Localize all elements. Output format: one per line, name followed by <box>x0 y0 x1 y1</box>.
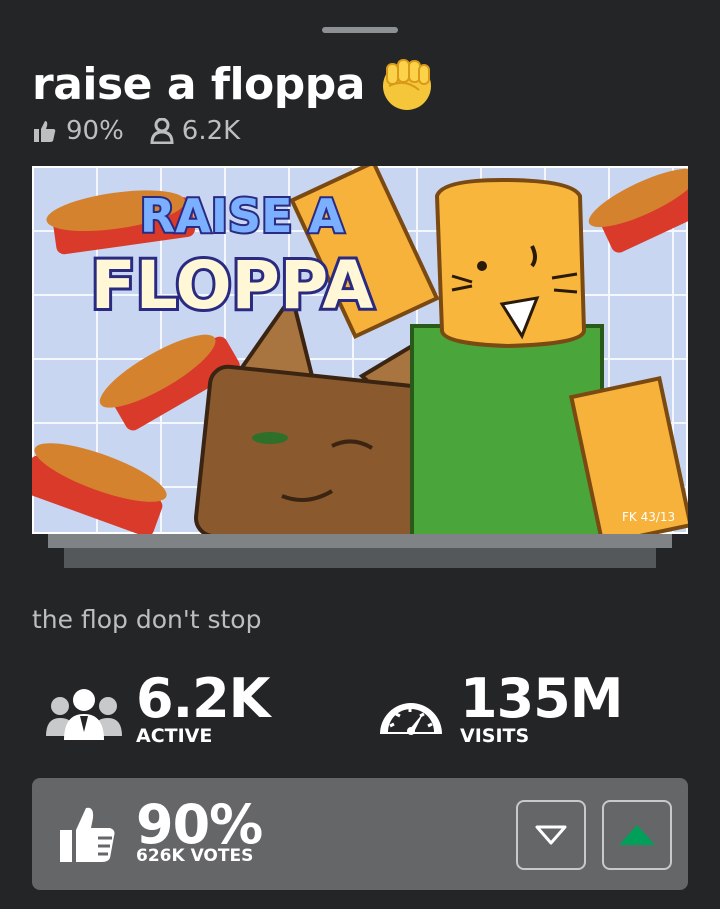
people-icon <box>46 689 122 740</box>
rating-meta: 90% <box>32 116 124 146</box>
game-description: the flop don't stop <box>32 605 262 634</box>
title-row: raise a floppa <box>32 52 435 116</box>
banner-line2: FLOPPA <box>91 247 374 324</box>
triangle-up-icon <box>619 825 655 845</box>
vote-percent: 90% <box>136 793 263 856</box>
visits-stat: 135M VISITS <box>376 667 623 747</box>
speedometer-icon <box>380 703 442 735</box>
rating-text: 90% <box>66 116 124 146</box>
thumbnail-carousel[interactable]: RAISE A FLOPPA FK 43/13 <box>32 166 688 568</box>
game-thumbnail[interactable]: RAISE A FLOPPA FK 43/13 <box>32 166 688 534</box>
artist-signature: FK 43/13 <box>622 510 675 524</box>
thumbnail-stack-middle <box>48 532 672 548</box>
person-small-icon <box>150 118 174 144</box>
thumbnail-stack-back <box>64 546 656 568</box>
active-stat-text: 6.2K ACTIVE <box>136 667 271 747</box>
vote-panel: 90% 626K VOTES <box>32 778 688 890</box>
triangle-down-icon <box>535 825 567 845</box>
meta-row: 90% 6.2K <box>32 114 258 148</box>
raised-fist-icon <box>382 59 431 110</box>
players-meta: 6.2K <box>150 116 240 146</box>
thumbnail-art: RAISE A FLOPPA FK 43/13 <box>32 166 688 534</box>
visits-count: 135M <box>460 667 623 730</box>
thumbs-up-icon <box>60 807 115 862</box>
game-title: raise a floppa <box>32 58 365 110</box>
thumbs-up-small-icon <box>34 121 56 142</box>
drag-handle[interactable] <box>322 27 398 33</box>
banner-line1: RAISE A <box>140 189 345 243</box>
visits-stat-text: 135M VISITS <box>460 667 623 747</box>
active-count: 6.2K <box>136 667 271 730</box>
players-text: 6.2K <box>181 116 241 146</box>
vote-count: 626K VOTES <box>136 846 254 866</box>
upvote-button[interactable] <box>602 800 672 870</box>
downvote-button[interactable] <box>516 800 586 870</box>
active-players-stat: 6.2K ACTIVE <box>46 667 271 747</box>
